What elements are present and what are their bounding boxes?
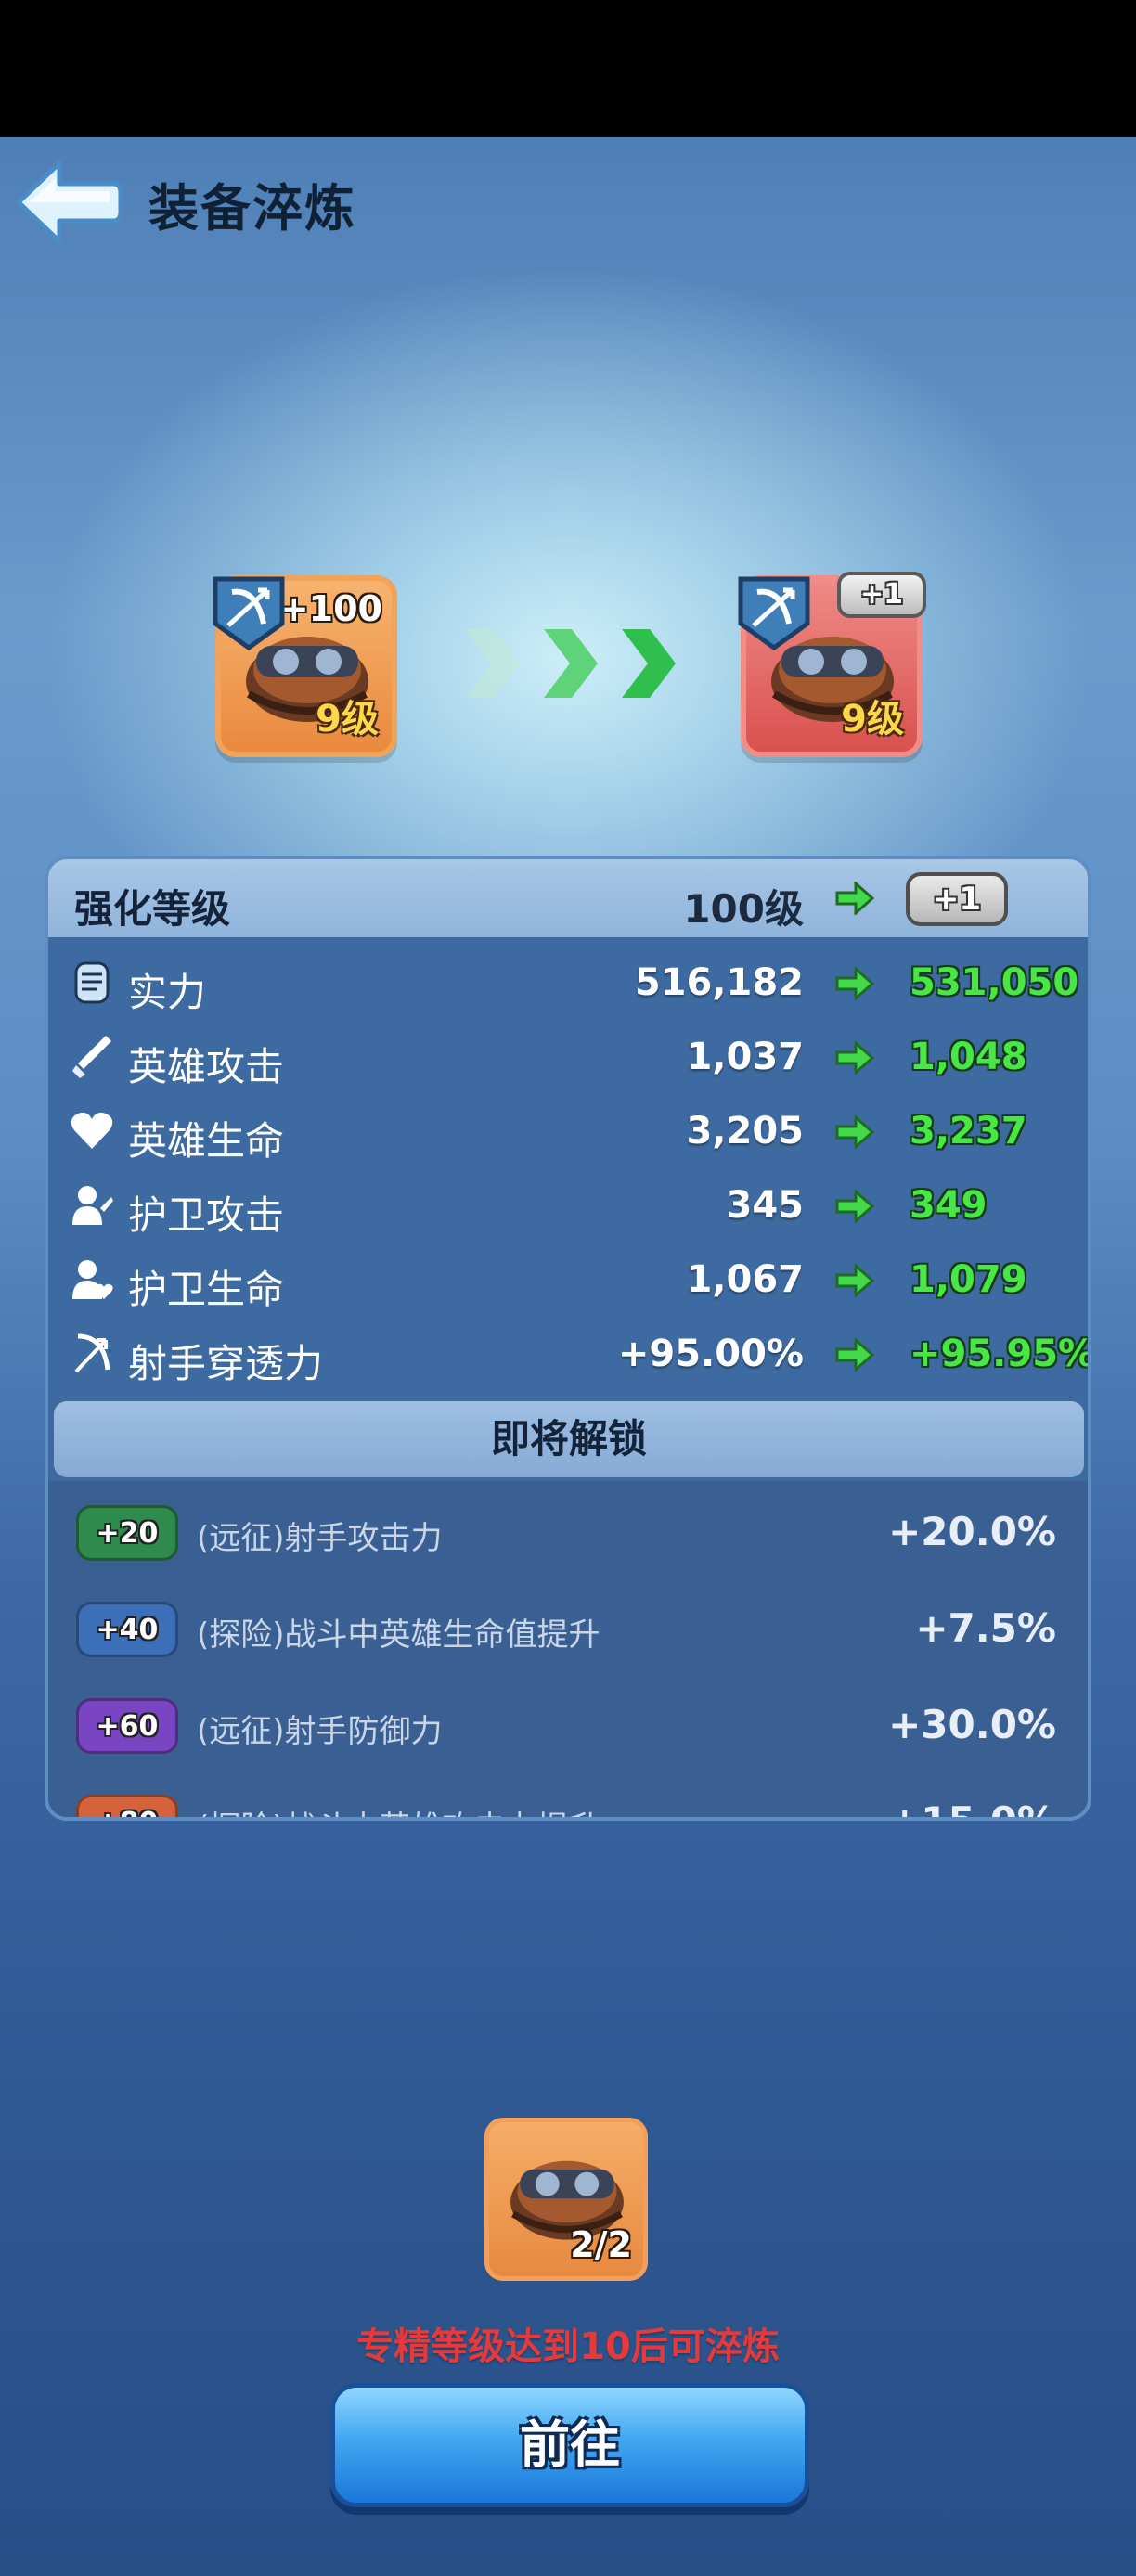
stat-label: 射手穿透力 (128, 1341, 324, 1386)
enhance-badge: +1 (837, 572, 926, 618)
stats-panel: 强化等级 100级 +1 实力 516,182 531,050 英雄攻击 1,0… (45, 856, 1091, 1821)
stat-row-guard-health: 护卫生命 1,067 1,079 (48, 1243, 1088, 1318)
stat-label: 英雄攻击 (128, 1044, 285, 1089)
fist-icon (74, 961, 110, 1004)
unlock-value: +7.5% (915, 1605, 1056, 1651)
stat-old-value: +95.00% (617, 1333, 804, 1375)
equipment-refine-screen: 装备淬炼 +100 9级 9级 +1 强化等级 100级 +1 实力 516,1… (0, 137, 1136, 2576)
unlock-description: (远征)射手攻击力 (197, 1520, 443, 1557)
stat-label: 护卫生命 (128, 1267, 285, 1312)
unlock-description: (远征)射手防御力 (197, 1713, 443, 1750)
stat-new-value: +95.95% (910, 1333, 1091, 1375)
unlock-value: +15.0% (888, 1798, 1056, 1817)
material-count: 2/2 (570, 2224, 632, 2265)
green-arrow-icon (835, 1115, 874, 1149)
upgrade-arrows-icon (466, 629, 676, 698)
stat-row-hero-attack: 英雄攻击 1,037 1,048 (48, 1021, 1088, 1095)
next-equipment-icon[interactable]: 9级 +1 (738, 572, 926, 757)
unlock-level-badge: +20 (76, 1505, 178, 1561)
enhance-level-label: +100 (278, 588, 382, 629)
current-equipment-icon[interactable]: +100 9级 (213, 575, 397, 757)
sword-icon (72, 1036, 111, 1078)
status-bar (0, 0, 1136, 137)
stat-old-value: 1,037 (686, 1036, 804, 1078)
enhance-level-new: +1 (906, 872, 1008, 926)
stat-old-value: 3,205 (686, 1110, 804, 1153)
guard-attack-icon (72, 1186, 113, 1225)
unlock-description: (探险)战斗中英雄攻击力提升 (197, 1802, 600, 1817)
back-arrow-icon[interactable] (13, 156, 123, 249)
enhance-level-label: 强化等级 (74, 886, 231, 932)
green-arrow-icon (835, 1338, 874, 1372)
stat-row-guard-attack: 护卫攻击 345 349 (48, 1169, 1088, 1243)
stat-label: 英雄生命 (128, 1118, 285, 1164)
stat-new-value: 3,237 (910, 1110, 1027, 1153)
unlock-description: (探险)战斗中英雄生命值提升 (197, 1616, 600, 1654)
unlock-level-badge: +80 (76, 1795, 178, 1817)
requirement-text: 专精等级达到10后可淬炼 (356, 2325, 780, 2368)
material-item[interactable]: 2/2 (484, 2118, 648, 2281)
unlock-item: +60 (远征)射手防御力 +30.0% (48, 1674, 1088, 1767)
bow-icon (74, 1333, 110, 1373)
green-arrow-icon (835, 1190, 874, 1223)
stat-new-value: 1,079 (910, 1258, 1027, 1301)
unlock-value: +20.0% (888, 1509, 1056, 1554)
page-title: 装备淬炼 (148, 179, 356, 238)
heart-icon (71, 1112, 113, 1149)
equipment-level-label: 9级 (316, 698, 379, 741)
stat-new-value: 349 (910, 1184, 988, 1227)
unlock-section-title: 即将解锁 (54, 1401, 1084, 1477)
unlock-level-badge: +40 (76, 1602, 178, 1657)
green-arrow-icon (835, 882, 874, 915)
stat-row-archer-pierce: 射手穿透力 +95.00% +95.95% (48, 1318, 1088, 1392)
unlock-item: +40 (探险)战斗中英雄生命值提升 +7.5% (48, 1578, 1088, 1670)
bow-icon (213, 576, 285, 651)
green-arrow-icon (835, 967, 874, 1000)
unlock-value: +30.0% (888, 1702, 1056, 1747)
unlock-item: +80 (探险)战斗中英雄攻击力提升 +15.0% (48, 1771, 1088, 1817)
stat-old-value: 516,182 (634, 961, 804, 1004)
stat-label: 护卫攻击 (128, 1192, 285, 1238)
bow-icon (738, 576, 810, 651)
unlock-item: +20 (远征)射手攻击力 +20.0% (48, 1481, 1088, 1574)
stat-label: 实力 (128, 970, 207, 1015)
enhance-level-old: 100级 (683, 886, 804, 932)
stat-old-value: 345 (726, 1184, 805, 1227)
stat-old-value: 1,067 (686, 1258, 804, 1301)
unlock-list[interactable]: +20 (远征)射手攻击力 +20.0% +40 (探险)战斗中英雄生命值提升 … (48, 1481, 1088, 1817)
go-button[interactable]: 前往 (330, 2383, 809, 2507)
stat-new-value: 1,048 (910, 1036, 1027, 1078)
unlock-level-badge: +60 (76, 1698, 178, 1754)
green-arrow-icon (835, 1041, 874, 1075)
enhance-level-row: 强化等级 100级 +1 (48, 859, 1088, 937)
guard-health-icon (72, 1260, 113, 1299)
equipment-level-label: 9级 (841, 698, 904, 741)
stat-row-hero-health: 英雄生命 3,205 3,237 (48, 1095, 1088, 1169)
stat-row-power: 实力 516,182 531,050 (48, 947, 1088, 1021)
green-arrow-icon (835, 1264, 874, 1297)
stat-new-value: 531,050 (910, 961, 1079, 1004)
